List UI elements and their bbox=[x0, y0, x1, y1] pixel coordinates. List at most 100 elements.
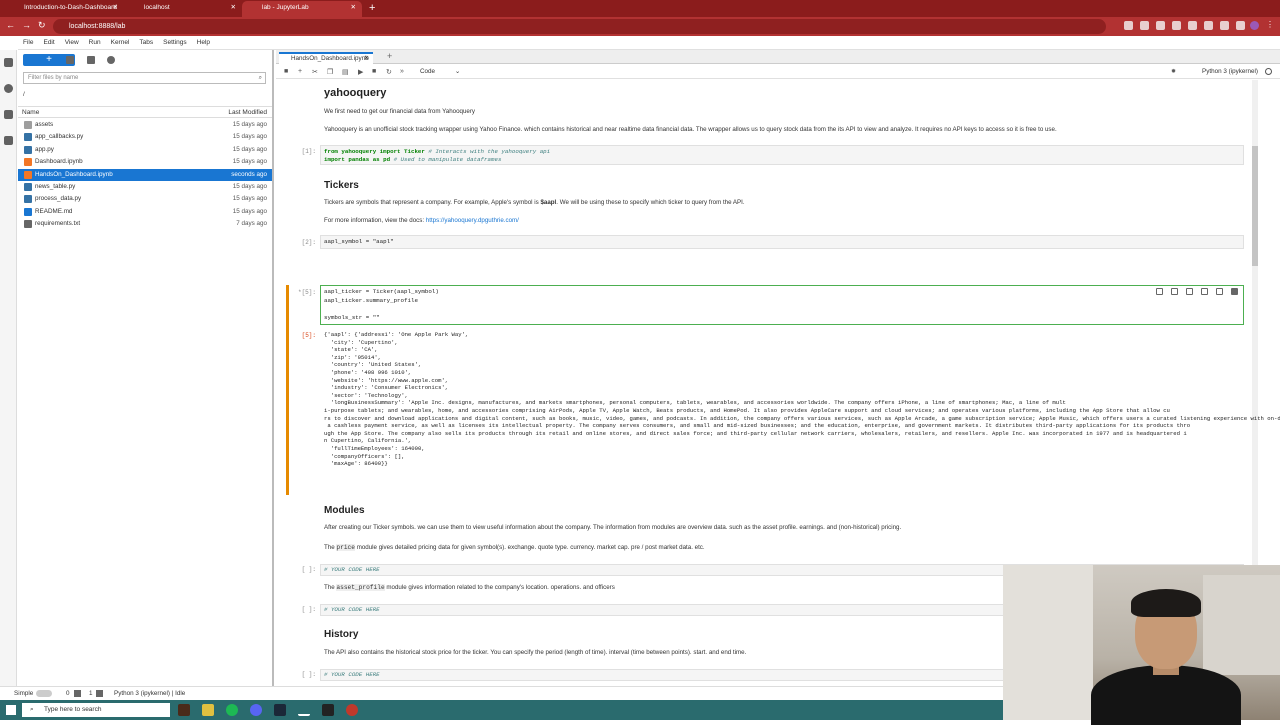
kernel-name[interactable]: Python 3 (ipykernel) bbox=[1202, 68, 1258, 75]
duplicate-icon[interactable] bbox=[1156, 288, 1163, 295]
file-row[interactable]: assets 15 days ago bbox=[18, 119, 272, 131]
terminal-app-icon[interactable] bbox=[322, 704, 334, 716]
cell-prompt: *[5]: bbox=[297, 289, 316, 296]
discord-icon[interactable] bbox=[250, 704, 262, 716]
extension-icon[interactable] bbox=[1124, 21, 1133, 30]
menu-kernel[interactable]: Kernel bbox=[106, 36, 135, 50]
scrollbar-thumb[interactable] bbox=[1252, 146, 1258, 266]
url-input[interactable]: localhost:8888/lab bbox=[53, 19, 1106, 34]
extension-icon[interactable] bbox=[1188, 21, 1197, 30]
folder-icon[interactable] bbox=[4, 58, 13, 67]
fast-forward-icon[interactable]: » bbox=[400, 68, 404, 75]
markdown-text: Tickers are symbols that represent a com… bbox=[324, 199, 745, 206]
running-icon[interactable] bbox=[4, 84, 13, 93]
file-explorer-icon[interactable] bbox=[202, 704, 214, 716]
upload-icon[interactable] bbox=[87, 56, 95, 64]
cell-type-select[interactable]: Code ⌄ bbox=[420, 68, 460, 75]
file-icon bbox=[24, 195, 32, 204]
active-code-cell[interactable] bbox=[320, 285, 1244, 325]
add-tab-icon[interactable]: + bbox=[387, 51, 392, 61]
browser-tab-dash[interactable]: Introduction-to-Dash-Dashboard ✕ bbox=[4, 1, 124, 17]
app-icon[interactable] bbox=[346, 704, 358, 716]
insert-below-icon[interactable] bbox=[1216, 288, 1223, 295]
move-up-icon[interactable] bbox=[1171, 288, 1178, 295]
extension-manager-icon[interactable] bbox=[4, 136, 13, 145]
close-icon[interactable]: ✕ bbox=[364, 54, 369, 64]
cut-icon[interactable]: ✂ bbox=[312, 68, 318, 76]
file-row[interactable]: requirements.txt 7 days ago bbox=[18, 218, 272, 230]
insert-above-icon[interactable] bbox=[1201, 288, 1208, 295]
simple-mode-label: Simple bbox=[14, 690, 34, 697]
tab-handson-dashboard[interactable]: HandsOn_Dashboard.ipynb ✕ bbox=[279, 52, 373, 64]
file-icon bbox=[24, 133, 32, 142]
taskbar-search-input[interactable]: ⌕ Type here to search bbox=[22, 703, 170, 717]
file-row[interactable]: app_callbacks.py 15 days ago bbox=[18, 131, 272, 143]
extension-icon[interactable] bbox=[1204, 21, 1213, 30]
run-icon[interactable]: ▶ bbox=[358, 68, 363, 76]
chrome-icon[interactable] bbox=[298, 704, 310, 716]
column-name[interactable]: Name bbox=[22, 107, 39, 118]
steam-icon[interactable] bbox=[274, 704, 286, 716]
puzzle-icon[interactable] bbox=[1220, 21, 1229, 30]
column-last-modified[interactable]: Last Modified bbox=[228, 107, 267, 118]
restart-icon[interactable]: ↻ bbox=[386, 68, 392, 76]
paste-icon[interactable]: ▤ bbox=[342, 68, 349, 76]
extension-icon[interactable] bbox=[1156, 21, 1165, 30]
browser-tab-jupyterlab[interactable]: lab - JupyterLab ✕ bbox=[242, 1, 362, 17]
insert-cell-icon[interactable]: + bbox=[298, 68, 302, 75]
reload-icon[interactable]: ↻ bbox=[38, 20, 46, 31]
refresh-icon[interactable] bbox=[107, 56, 115, 64]
commands-icon[interactable] bbox=[4, 110, 13, 119]
file-row[interactable]: process_data.py 15 days ago bbox=[18, 193, 272, 205]
back-icon[interactable]: ← bbox=[6, 20, 15, 30]
file-name: process_data.py bbox=[35, 195, 82, 203]
file-row[interactable]: app.py 15 days ago bbox=[18, 144, 272, 156]
file-row[interactable]: HandsOn_Dashboard.ipynb seconds ago bbox=[18, 168, 272, 181]
forward-icon[interactable]: → bbox=[22, 20, 31, 30]
filter-files-input[interactable]: Filter files by name ⌕ bbox=[23, 72, 266, 84]
menu-edit[interactable]: Edit bbox=[38, 36, 59, 50]
debugger-icon[interactable]: ✹ bbox=[1171, 68, 1176, 75]
code-cell[interactable] bbox=[320, 235, 1244, 249]
profile-avatar[interactable] bbox=[1250, 21, 1259, 30]
windows-start-icon[interactable] bbox=[6, 705, 16, 715]
menu-help[interactable]: Help bbox=[192, 36, 215, 50]
heading-history: History bbox=[324, 629, 359, 640]
spotify-icon[interactable] bbox=[226, 704, 238, 716]
cell-output: {'aapl': {'address1': 'One Apple Park Wa… bbox=[324, 331, 1280, 468]
menu-file[interactable]: File bbox=[18, 36, 38, 50]
file-name: HandsOn_Dashboard.ipynb bbox=[35, 170, 113, 178]
breadcrumb[interactable]: / bbox=[23, 91, 25, 98]
code-editor[interactable]: aapl_ticker = Ticker(aapl_symbol) aapl_t… bbox=[324, 288, 439, 322]
browser-tab-localhost[interactable]: localhost ✕ bbox=[124, 1, 242, 17]
close-icon[interactable]: ✕ bbox=[113, 1, 118, 15]
menu-tabs[interactable]: Tabs bbox=[134, 36, 158, 50]
kernel-status[interactable]: Python 3 (ipykernel) | Idle bbox=[114, 687, 185, 700]
new-folder-icon[interactable] bbox=[66, 56, 74, 64]
close-icon[interactable]: ✕ bbox=[351, 1, 356, 15]
terminal-count: 0 bbox=[66, 690, 70, 697]
extension-icon[interactable] bbox=[1140, 21, 1149, 30]
file-row[interactable]: README.md 15 days ago bbox=[18, 206, 272, 218]
save-icon[interactable]: ■ bbox=[284, 68, 288, 75]
menu-view[interactable]: View bbox=[60, 36, 84, 50]
stop-icon[interactable]: ■ bbox=[372, 68, 376, 75]
new-tab-icon[interactable]: + bbox=[369, 2, 375, 14]
file-row[interactable]: Dashboard.ipynb 15 days ago bbox=[18, 156, 272, 168]
docs-link[interactable]: https://yahooquery.dpguthrie.com/ bbox=[426, 217, 519, 224]
heading-yahooquery: yahooquery bbox=[324, 87, 387, 99]
menu-settings[interactable]: Settings bbox=[158, 36, 192, 50]
copy-icon[interactable]: ❐ bbox=[327, 68, 333, 76]
more-icon[interactable]: ⋮ bbox=[1266, 21, 1275, 30]
game-icon[interactable] bbox=[178, 704, 190, 716]
sidebar-icon[interactable] bbox=[1236, 21, 1245, 30]
menu-run[interactable]: Run bbox=[84, 36, 106, 50]
simple-mode-toggle[interactable] bbox=[36, 690, 52, 697]
cell-prompt: [ ]: bbox=[301, 671, 316, 678]
extension-icon[interactable] bbox=[1172, 21, 1181, 30]
delete-icon[interactable] bbox=[1231, 288, 1238, 295]
file-row[interactable]: news_table.py 15 days ago bbox=[18, 181, 272, 193]
search-icon: ⌕ bbox=[30, 706, 34, 713]
move-down-icon[interactable] bbox=[1186, 288, 1193, 295]
close-icon[interactable]: ✕ bbox=[231, 1, 236, 15]
